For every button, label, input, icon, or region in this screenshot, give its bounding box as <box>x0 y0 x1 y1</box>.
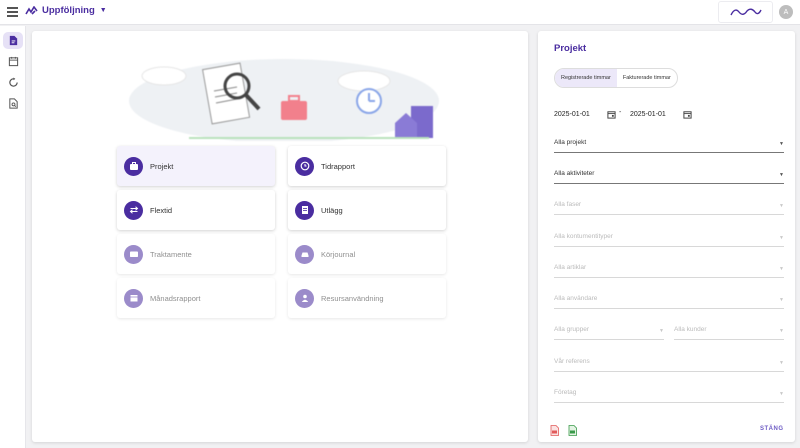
filter-panel: Projekt Registrerade timmar Fakturerade … <box>538 31 795 442</box>
pdf-icon[interactable] <box>550 425 559 436</box>
date-from-value: 2025-01-01 <box>554 110 590 118</box>
tile-manadsrapport[interactable]: Månadsrapport <box>117 278 275 318</box>
tile-label: Traktamente <box>150 249 192 259</box>
article-select[interactable]: Alla artiklar ▼ <box>554 262 784 278</box>
briefcase-icon <box>124 156 143 176</box>
sync-icon[interactable] <box>3 74 23 91</box>
report-selection-card: Projekt Tidrapport Flextid Utlägg Trakta… <box>32 31 528 442</box>
tab-fakturerade-timmar[interactable]: Fakturerade timmar <box>617 69 677 87</box>
chevron-down-icon: ▼ <box>779 360 784 366</box>
date-to-value: 2025-01-01 <box>630 110 666 118</box>
select-value: Vår referens <box>554 358 590 365</box>
select-value: Alla kontumentityper <box>554 233 613 240</box>
hero-illustration <box>129 59 439 141</box>
chevron-down-icon: ▼ <box>779 266 784 272</box>
company-logo[interactable] <box>718 1 773 23</box>
chevron-down-icon: ▼ <box>779 297 784 303</box>
activity-select[interactable]: Alla aktiviteter ▼ <box>554 168 784 184</box>
chevron-down-icon: ▼ <box>659 328 664 334</box>
report-icon[interactable] <box>3 32 23 49</box>
chevron-down-icon: ▼ <box>779 141 784 147</box>
select-value: Alla grupper <box>554 326 590 333</box>
tile-label: Flextid <box>150 205 173 215</box>
calendar-icon <box>124 288 143 308</box>
select-value: Alla projekt <box>554 139 587 146</box>
avatar[interactable]: A <box>779 5 793 19</box>
calendar-icon[interactable] <box>683 110 692 119</box>
app-switcher[interactable]: Uppföljning ▼ <box>25 5 107 16</box>
tile-label: Månadsrapport <box>150 293 201 303</box>
group-select[interactable]: Alla grupper ▼ <box>554 324 664 340</box>
document-search-icon[interactable] <box>3 95 23 112</box>
calendar-edit-icon[interactable] <box>3 53 23 70</box>
tile-traktamente[interactable]: Traktamente <box>117 234 275 274</box>
calendar-icon[interactable] <box>607 110 616 119</box>
menu-icon[interactable] <box>7 7 18 17</box>
customer-select[interactable]: Alla kunder ▼ <box>674 324 784 340</box>
chevron-down-icon: ▼ <box>99 7 107 14</box>
reference-select[interactable]: Vår referens ▼ <box>554 356 784 372</box>
phase-select[interactable]: Alla faser ▼ <box>554 199 784 215</box>
tile-tidrapport[interactable]: Tidrapport <box>288 146 446 186</box>
select-value: Företag <box>554 389 577 396</box>
brand-logo-icon <box>25 6 38 15</box>
card-icon <box>124 244 143 264</box>
close-button[interactable]: STÄNG <box>760 426 784 432</box>
select-value: Alla användare <box>554 295 598 302</box>
select-value: Alla faser <box>554 201 582 208</box>
tile-label: Projekt <box>150 161 174 171</box>
cost-type-select[interactable]: Alla kontumentityper ▼ <box>554 231 784 247</box>
user-select[interactable]: Alla användare ▼ <box>554 293 784 309</box>
tile-label: Resursanvändning <box>321 293 384 303</box>
project-select[interactable]: Alla projekt ▼ <box>554 137 784 153</box>
select-value: Alla aktiviteter <box>554 170 595 177</box>
tile-label: Körjournal <box>321 249 356 259</box>
excel-icon[interactable] <box>568 425 577 436</box>
top-bar: Uppföljning ▼ A <box>0 0 800 25</box>
date-separator: - <box>619 109 622 116</box>
tile-projekt[interactable]: Projekt <box>117 146 275 186</box>
chevron-down-icon: ▼ <box>779 391 784 397</box>
chevron-down-icon: ▼ <box>779 235 784 241</box>
tile-label: Utlägg <box>321 205 343 215</box>
tile-label: Tidrapport <box>321 161 355 171</box>
person-icon <box>295 288 314 308</box>
side-navigation <box>0 26 26 448</box>
select-value: Alla kunder <box>674 326 707 333</box>
clock-icon <box>295 156 314 176</box>
receipt-icon <box>295 200 314 220</box>
panel-title: Projekt <box>554 43 587 54</box>
tile-resursanvandning[interactable]: Resursanvändning <box>288 278 446 318</box>
tile-flextid[interactable]: Flextid <box>117 190 275 230</box>
tab-registrerade-timmar[interactable]: Registrerade timmar <box>555 69 617 87</box>
chevron-down-icon: ▼ <box>779 203 784 209</box>
car-icon <box>295 244 314 264</box>
tile-utlagg[interactable]: Utlägg <box>288 190 446 230</box>
chevron-down-icon: ▼ <box>779 328 784 334</box>
select-value: Alla artiklar <box>554 264 587 271</box>
date-to-field[interactable]: 2025-01-01 <box>630 107 692 121</box>
company-select[interactable]: Företag ▼ <box>554 387 784 403</box>
chevron-down-icon: ▼ <box>779 172 784 178</box>
date-from-field[interactable]: 2025-01-01 <box>554 107 616 121</box>
tile-korjournal[interactable]: Körjournal <box>288 234 446 274</box>
app-title: Uppföljning <box>42 5 95 16</box>
swap-arrows-icon <box>124 200 143 220</box>
export-actions <box>550 425 577 436</box>
hours-type-toggle: Registrerade timmar Fakturerade timmar <box>554 68 678 88</box>
